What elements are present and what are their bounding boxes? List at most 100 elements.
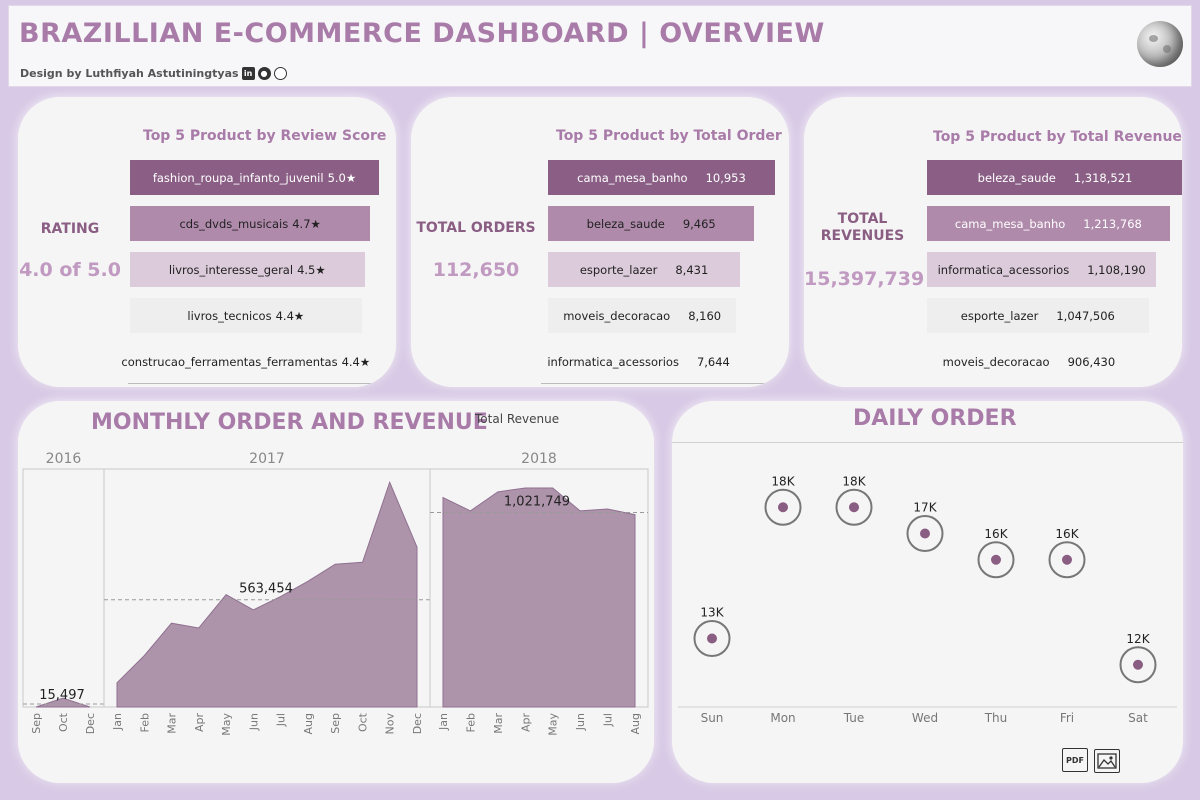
product-name: moveis_decoracao (942, 354, 1050, 369)
day-dot-marker[interactable] (1133, 659, 1143, 670)
month-tick-label: Feb (464, 713, 477, 732)
month-tick-label: Aug (629, 713, 642, 734)
orders-baseline (541, 383, 787, 384)
github-icon[interactable]: ● (257, 67, 271, 80)
rating-label: RATING (40, 221, 100, 237)
year-label: 2016 (46, 451, 82, 467)
product-bar[interactable]: livros_tecnicos 4.4★ (130, 298, 362, 333)
month-tick-label: May (547, 713, 560, 736)
daily-order-card: DAILY ORDER 13K Sun 18K Mon 18K Tue 17K Wed 16K T… (672, 401, 1183, 783)
pdf-download-icon[interactable]: PDF (1062, 748, 1088, 772)
product-name: livros_interesse_geral (168, 262, 294, 277)
month-tick-label: Jan (437, 713, 450, 731)
month-tick-label: Dec (411, 713, 424, 734)
day-value-label: 12K (1126, 632, 1150, 646)
day-value-label: 18K (842, 474, 866, 488)
month-tick-label: Sep (30, 713, 43, 734)
total-revenues-value: 15,397,739 (804, 268, 925, 290)
product-bar[interactable]: construcao_ferramentas_ferramentas 4.4★ (121, 344, 370, 379)
month-tick-label: Sep (329, 713, 342, 734)
month-tick-label: Mar (166, 713, 179, 734)
product-bar[interactable]: livros_interesse_geral 4.5★ (130, 252, 365, 287)
day-dot-marker[interactable] (920, 528, 930, 539)
product-name: cama_mesa_banho (954, 216, 1066, 231)
image-download-icon[interactable] (1094, 749, 1120, 773)
month-tick-label: Oct (356, 712, 369, 732)
day-tick-label: Sat (1128, 711, 1148, 725)
review-card-title: Top 5 Product by Review Score (143, 128, 387, 144)
month-tick-label: Jul (602, 713, 615, 727)
product-name: informatica_acessorios (547, 354, 679, 369)
product-value: 4.4★ (341, 354, 371, 369)
product-value: 9,465 (682, 216, 716, 231)
product-bar[interactable]: moveis_decoracao 906,430 (927, 344, 1131, 379)
product-value: 7,644 (696, 354, 730, 369)
product-value: 8,431 (675, 262, 709, 277)
year-label: 2017 (249, 451, 285, 467)
month-tick-label: Jun (574, 713, 587, 731)
product-bar[interactable]: informatica_acessorios 7,644 (547, 344, 730, 379)
product-value: 1,108,190 (1087, 262, 1146, 277)
month-tick-label: Jul (275, 713, 288, 727)
month-tick-label: Feb (138, 713, 151, 732)
moon-logo (1137, 21, 1183, 67)
product-bar[interactable]: cama_mesa_banho 10,953 (548, 160, 775, 195)
byline-text: Design by Luthfiyah Astutiningtyas (20, 67, 239, 80)
product-bar[interactable]: fashion_roupa_infanto_juvenil 5.0★ (130, 160, 379, 195)
total-orders-label: TOTAL ORDERS (416, 220, 536, 236)
product-value: 4.7★ (292, 216, 321, 231)
product-name: esporte_lazer (579, 262, 658, 277)
product-value: 8,160 (688, 308, 722, 323)
day-dot-marker[interactable] (707, 633, 717, 644)
dashboard-header: BRAZILLIAN E-COMMERCE DASHBOARD | OVERVI… (8, 5, 1192, 87)
product-name: informatica_acessorios (937, 262, 1070, 277)
day-tick-label: Sun (701, 711, 724, 725)
product-value: 1,318,521 (1073, 170, 1133, 185)
globe-icon[interactable] (273, 67, 287, 80)
review-baseline (128, 383, 392, 384)
product-bar[interactable]: moveis_decoracao 8,160 (548, 298, 737, 333)
day-dot-marker[interactable] (991, 554, 1001, 565)
revenue-card-title: Top 5 Product by Total Revenue (933, 129, 1182, 145)
product-name: fashion_roupa_infanto_juvenil (152, 170, 324, 185)
total-order-card: Top 5 Product by Total Order TOTAL ORDER… (411, 97, 789, 387)
product-bar[interactable]: beleza_saude 1,318,521 (927, 160, 1182, 195)
page-title: BRAZILLIAN E-COMMERCE DASHBOARD | OVERVI… (19, 18, 825, 49)
product-name: livros_tecnicos (187, 308, 272, 323)
total-revenue-card: Top 5 Product by Total Revenue TOTAL REV… (804, 97, 1182, 387)
average-label: 15,497 (39, 688, 85, 703)
product-bar[interactable]: cds_dvds_musicais 4.7★ (130, 206, 371, 241)
daily-order-scatter: 13K Sun 18K Mon 18K Tue 17K Wed 16K Thu 16K Fri 12K S… (678, 474, 1177, 725)
day-dot-marker[interactable] (778, 502, 788, 513)
panel-frame (22, 468, 105, 708)
product-bar[interactable]: esporte_lazer 8,431 (548, 252, 741, 287)
average-label: 563,454 (239, 582, 293, 597)
month-tick-label: Apr (519, 713, 532, 733)
day-tick-label: Thu (984, 711, 1008, 725)
product-name: beleza_saude (977, 170, 1056, 185)
day-value-label: 17K (913, 501, 937, 515)
product-bar[interactable]: informatica_acessorios 1,108,190 (927, 252, 1157, 287)
day-dot-marker[interactable] (849, 502, 859, 513)
linkedin-icon[interactable]: in (241, 67, 255, 80)
total-orders-value: 112,650 (432, 259, 520, 281)
total-revenues-label-line2: REVENUES (820, 228, 905, 244)
day-dot-marker[interactable] (1062, 554, 1072, 565)
month-tick-label: Oct (57, 712, 70, 732)
day-value-label: 16K (1055, 527, 1079, 541)
product-value: 4.5★ (297, 262, 326, 277)
product-bar[interactable]: beleza_saude 9,465 (548, 206, 755, 241)
product-bar[interactable]: cama_mesa_banho 1,213,768 (927, 206, 1170, 241)
product-name: moveis_decoracao (563, 308, 671, 323)
product-value: 4.4★ (275, 308, 305, 323)
product-value: 906,430 (1067, 354, 1116, 369)
day-value-label: 13K (700, 606, 724, 620)
day-tick-label: Mon (770, 711, 795, 725)
orders-card-title: Top 5 Product by Total Order (556, 128, 782, 144)
product-value: 10,953 (705, 170, 746, 185)
month-tick-label: Apr (193, 713, 206, 733)
revenue-area (442, 487, 636, 708)
day-tick-label: Fri (1060, 711, 1074, 725)
product-bar[interactable]: esporte_lazer 1,047,506 (927, 298, 1149, 333)
day-value-label: 18K (771, 474, 795, 488)
